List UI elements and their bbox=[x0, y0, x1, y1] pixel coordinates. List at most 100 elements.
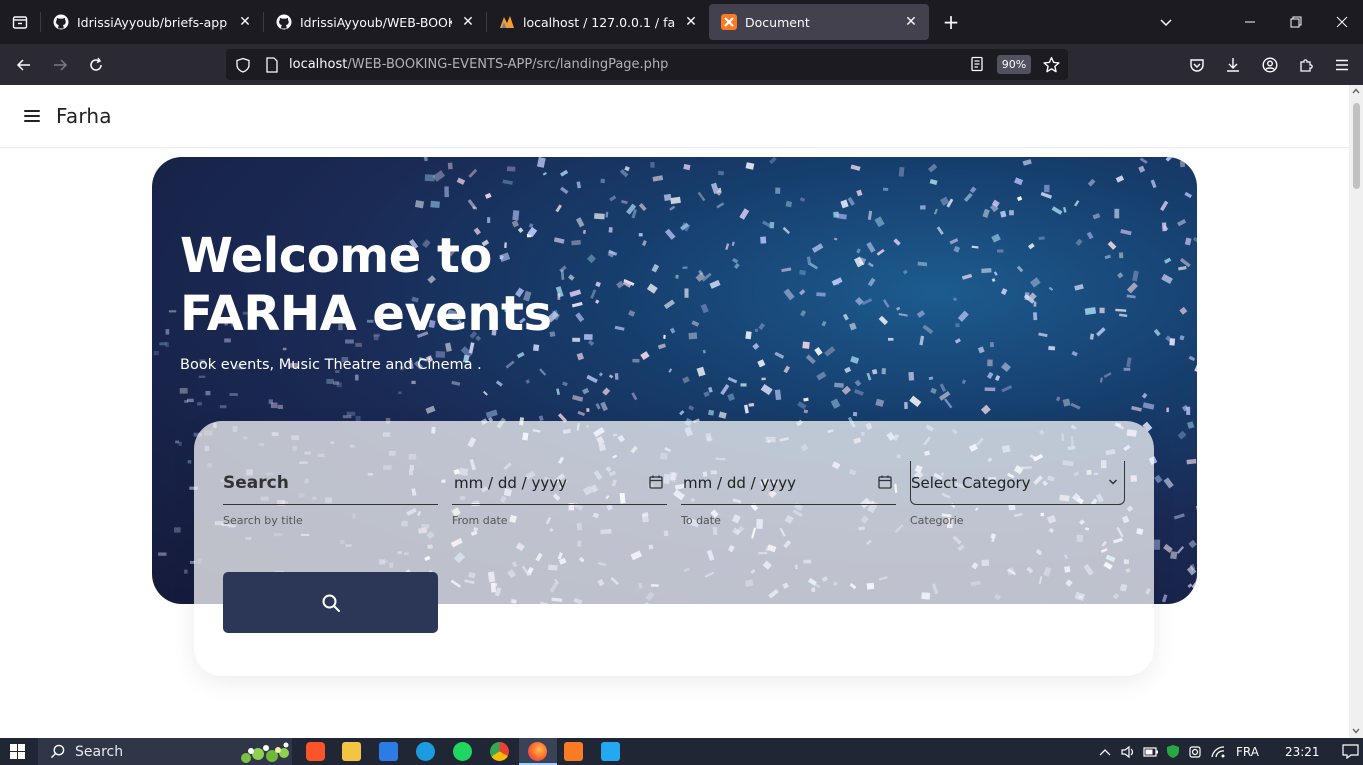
tab-overview-button[interactable] bbox=[0, 0, 40, 44]
tab-web-booking[interactable]: IdrissiAyyoub/WEB-BOOKING-E ✕ bbox=[264, 4, 486, 40]
search-button[interactable] bbox=[223, 572, 438, 633]
windows-logo-icon bbox=[10, 744, 25, 759]
account-button[interactable] bbox=[1252, 49, 1288, 81]
minimize-icon bbox=[1245, 21, 1255, 23]
battery-icon[interactable] bbox=[1143, 746, 1159, 758]
search-input[interactable]: Search bbox=[223, 461, 438, 505]
list-all-tabs-button[interactable] bbox=[1158, 0, 1174, 44]
windows-taskbar: Search FRA 23:21 bbox=[0, 738, 1363, 765]
minimize-button[interactable] bbox=[1243, 0, 1257, 44]
tab-title: localhost / 127.0.0.1 / farha / ut bbox=[523, 14, 675, 30]
account-icon bbox=[1262, 56, 1278, 73]
url-text: localhost/WEB-BOOKING-EVENTS-APP/src/lan… bbox=[289, 57, 668, 72]
reload-button[interactable] bbox=[78, 49, 114, 81]
restore-icon bbox=[1290, 16, 1302, 28]
clock[interactable]: 23:21 bbox=[1285, 745, 1320, 759]
shield-icon[interactable] bbox=[235, 57, 251, 73]
close-icon[interactable]: ✕ bbox=[903, 14, 919, 30]
url-host: localhost bbox=[289, 57, 348, 72]
vscode-icon[interactable] bbox=[601, 742, 620, 761]
github-icon bbox=[53, 14, 69, 30]
plus-icon: + bbox=[942, 10, 960, 34]
brand-logo-text[interactable]: Farha bbox=[56, 104, 112, 128]
app-menu-button[interactable] bbox=[1324, 49, 1360, 81]
brave-icon[interactable] bbox=[306, 742, 325, 761]
taskbar-search-box[interactable]: Search bbox=[38, 738, 292, 765]
to-date-input[interactable]: mm / dd / yyyy bbox=[681, 461, 896, 505]
system-tray: FRA 23:21 bbox=[1098, 738, 1359, 765]
hamburger-menu-icon[interactable] bbox=[24, 110, 40, 122]
hamburger-menu-icon bbox=[1336, 59, 1348, 70]
reader-view-icon[interactable] bbox=[969, 56, 985, 72]
scroll-down-icon[interactable] bbox=[1352, 728, 1360, 734]
edge-icon[interactable] bbox=[416, 742, 435, 761]
tab-document[interactable]: Document ✕ bbox=[709, 4, 929, 40]
spotify-icon[interactable] bbox=[453, 742, 472, 761]
new-tab-button[interactable]: + bbox=[937, 8, 965, 36]
xampp-icon bbox=[721, 14, 737, 30]
search-icon bbox=[50, 744, 65, 759]
chevron-down-icon bbox=[1108, 479, 1118, 485]
search-panel: Search Search by title mm / dd / yyyy Fr… bbox=[194, 421, 1154, 676]
category-selected-value: Select Category bbox=[911, 473, 1031, 492]
arrow-right-icon bbox=[54, 58, 68, 71]
phpmyadmin-icon bbox=[499, 14, 515, 30]
arrow-left-icon bbox=[16, 58, 30, 71]
firefox-icon bbox=[528, 742, 547, 761]
wifi-icon[interactable] bbox=[1210, 745, 1226, 759]
microsoft-store-icon[interactable] bbox=[379, 742, 398, 761]
windows-start-button[interactable] bbox=[10, 744, 25, 763]
calendar-icon[interactable] bbox=[649, 475, 663, 489]
close-icon bbox=[1336, 16, 1348, 28]
github-icon bbox=[276, 14, 292, 30]
language-indicator[interactable]: FRA bbox=[1236, 745, 1259, 759]
downloads-button[interactable] bbox=[1215, 49, 1251, 81]
page-icon bbox=[266, 56, 278, 73]
close-icon[interactable]: ✕ bbox=[460, 14, 476, 30]
security-shield-icon[interactable] bbox=[1166, 744, 1180, 759]
tab-briefs-app[interactable]: IdrissiAyyoub/briefs-app ✕ bbox=[41, 4, 263, 40]
from-date-placeholder: mm / dd / yyyy bbox=[454, 473, 567, 492]
from-date-input[interactable]: mm / dd / yyyy bbox=[452, 461, 667, 505]
star-icon[interactable] bbox=[1043, 56, 1060, 73]
scrollbar-thumb[interactable] bbox=[1353, 103, 1360, 189]
file-explorer-icon[interactable] bbox=[342, 742, 361, 761]
category-hint: Categorie bbox=[910, 514, 964, 527]
browser-toolbar: localhost/WEB-BOOKING-EVENTS-APP/src/lan… bbox=[0, 44, 1363, 85]
reload-icon bbox=[90, 57, 102, 71]
flowers-decoration-icon bbox=[236, 738, 292, 765]
site-header: Farha bbox=[0, 85, 1349, 148]
pocket-button[interactable] bbox=[1179, 49, 1215, 81]
hero-title: Welcome to FARHA events bbox=[180, 227, 552, 343]
chrome-icon[interactable] bbox=[490, 742, 509, 761]
scroll-up-icon[interactable] bbox=[1352, 88, 1360, 94]
zoom-level-badge[interactable]: 90% bbox=[997, 55, 1031, 74]
search-icon bbox=[322, 594, 340, 612]
calendar-icon[interactable] bbox=[878, 475, 892, 489]
speaker-icon[interactable] bbox=[1120, 745, 1136, 759]
category-select[interactable]: Select Category bbox=[910, 461, 1125, 505]
chevron-down-icon bbox=[1160, 19, 1172, 27]
tab-title: IdrissiAyyoub/briefs-app bbox=[77, 14, 228, 30]
camera-icon[interactable] bbox=[1188, 745, 1202, 759]
chevron-up-icon[interactable] bbox=[1098, 747, 1112, 757]
close-icon[interactable]: ✕ bbox=[683, 14, 699, 30]
close-window-button[interactable] bbox=[1335, 0, 1349, 44]
notification-icon[interactable] bbox=[1341, 744, 1359, 759]
extensions-button[interactable] bbox=[1288, 49, 1324, 81]
forward-button[interactable] bbox=[42, 49, 78, 81]
tab-title: IdrissiAyyoub/WEB-BOOKING-E bbox=[300, 14, 452, 30]
xampp-icon[interactable] bbox=[564, 742, 583, 761]
tab-phpmyadmin[interactable]: localhost / 127.0.0.1 / farha / ut ✕ bbox=[487, 4, 709, 40]
hero-title-line2: FARHA events bbox=[180, 286, 552, 342]
back-button[interactable] bbox=[6, 49, 42, 81]
browser-tab-bar: IdrissiAyyoub/briefs-app ✕ IdrissiAyyoub… bbox=[0, 0, 1363, 44]
hero-title-line1: Welcome to bbox=[180, 228, 492, 284]
firefox-taskbar-button[interactable] bbox=[519, 738, 557, 765]
page-scrollbar[interactable] bbox=[1349, 85, 1363, 738]
close-icon[interactable]: ✕ bbox=[237, 14, 253, 30]
address-bar[interactable]: localhost/WEB-BOOKING-EVENTS-APP/src/lan… bbox=[226, 49, 1068, 80]
search-input-placeholder: Search bbox=[223, 472, 289, 493]
web-page: Farha Welcome to FARHA events Book event… bbox=[0, 85, 1349, 738]
restore-button[interactable] bbox=[1289, 0, 1303, 44]
